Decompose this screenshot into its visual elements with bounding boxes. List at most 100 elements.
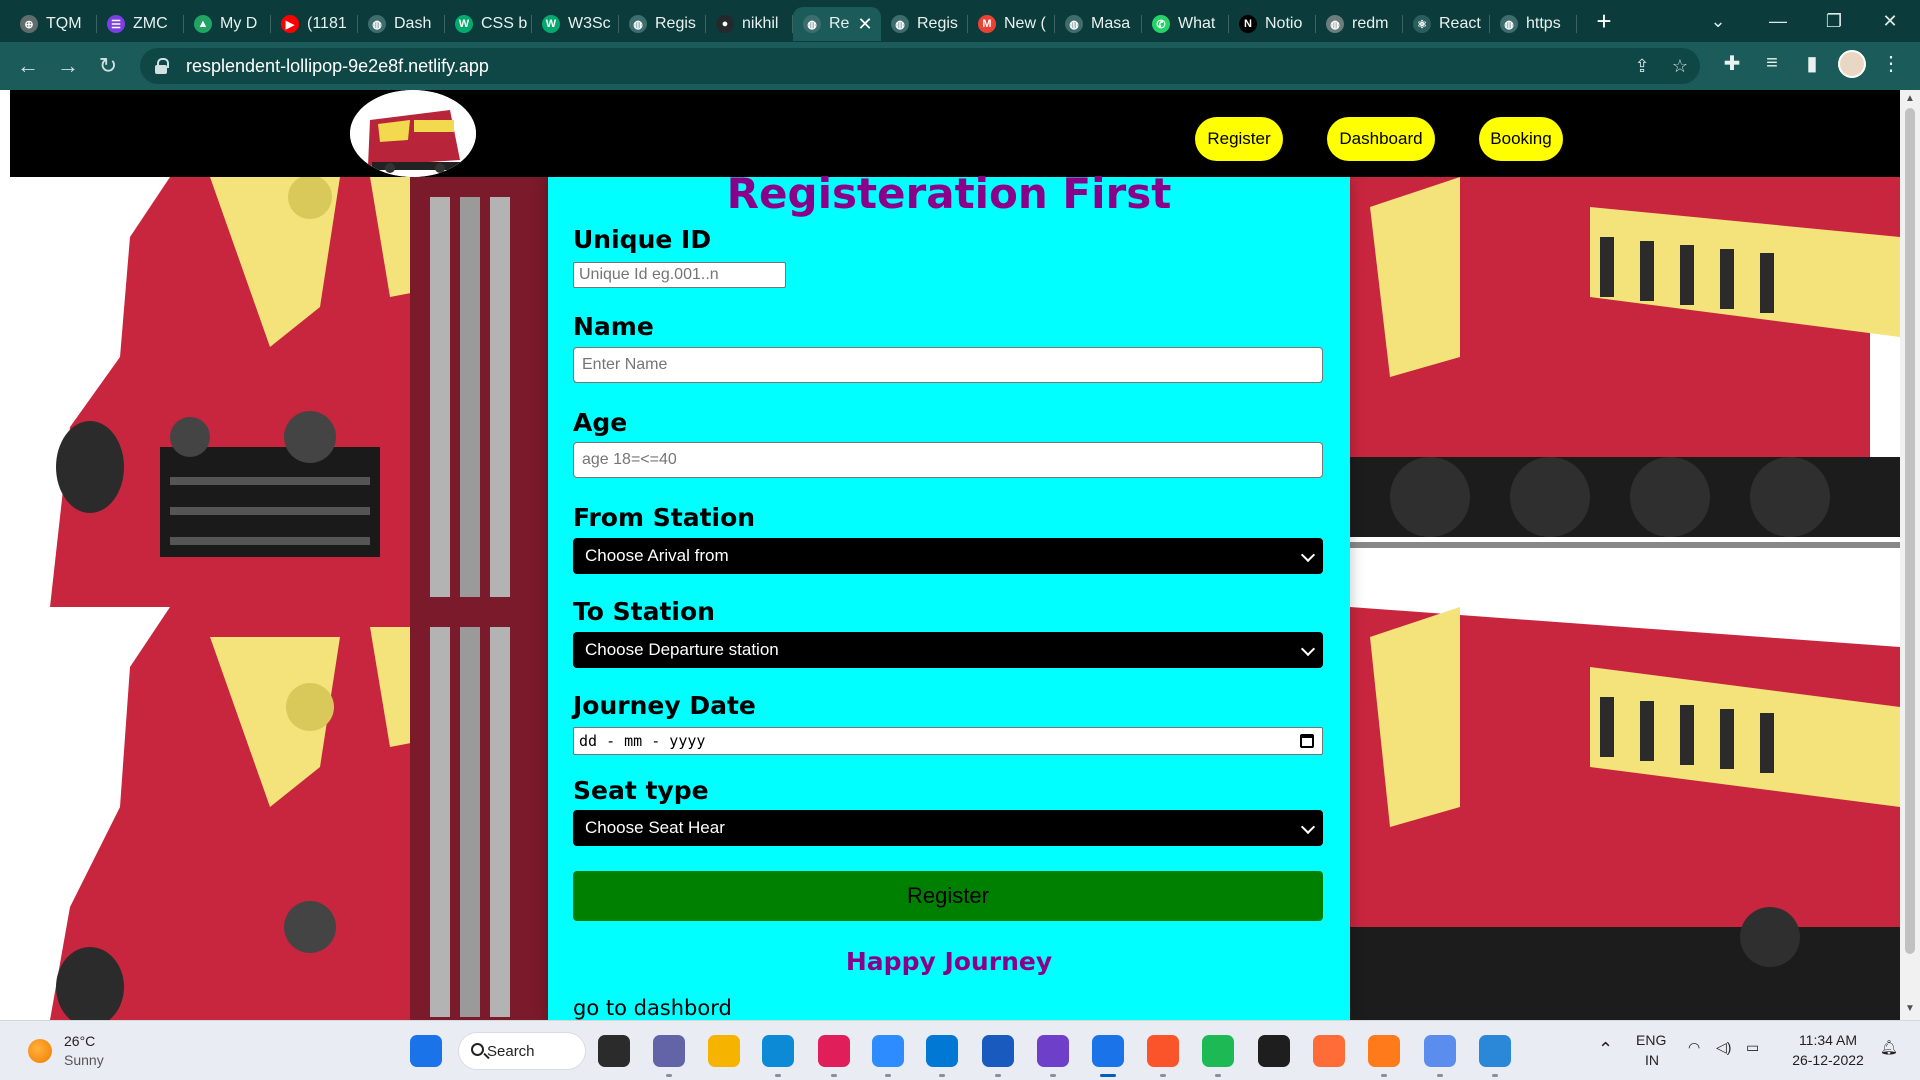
browser-tab[interactable]: W W3Sc <box>532 7 619 41</box>
minimize-icon[interactable]: — <box>1750 0 1806 42</box>
browser-tab[interactable]: ▶ (1181 <box>271 7 358 41</box>
scroll-down-icon[interactable]: ▼ <box>1904 1003 1916 1015</box>
browser-tab[interactable]: ☰ ZMC <box>97 7 184 41</box>
scroll-up-icon[interactable]: ▲ <box>1904 93 1916 105</box>
terminal-icon[interactable] <box>1258 1035 1290 1067</box>
snipping-tool-icon[interactable] <box>1424 1035 1456 1067</box>
running-indicator <box>1100 1074 1116 1077</box>
show-hidden-icons-chevron-icon[interactable]: ⌃ <box>1598 1039 1613 1060</box>
browser-tab[interactable]: ✆ What <box>1142 7 1229 41</box>
back-icon[interactable]: ← <box>10 48 46 84</box>
browser-tab[interactable]: ◍ https <box>1490 7 1577 41</box>
lock-icon[interactable] <box>154 58 169 74</box>
chrome-icon[interactable] <box>1092 1035 1124 1067</box>
browser-tab[interactable]: ● nikhil <box>706 7 793 41</box>
search-icon <box>471 1043 484 1056</box>
to-station-value: Choose Departure station <box>585 640 779 659</box>
weather-condition[interactable]: Sunny <box>64 1052 104 1068</box>
weather-temp[interactable]: 26°C <box>64 1033 95 1049</box>
nav-booking-button[interactable]: Booking <box>1479 117 1563 161</box>
browser-tab[interactable]: ◍ Dash <box>358 7 445 41</box>
volume-icon[interactable]: ◁) <box>1716 1039 1731 1056</box>
globe-icon: ◍ <box>1065 15 1083 33</box>
seat-type-select[interactable]: Choose Seat Hear <box>573 810 1323 846</box>
nav-register-button[interactable]: Register <box>1195 117 1283 161</box>
react-icon: ⚛ <box>1413 15 1431 33</box>
name-input[interactable]: Enter Name <box>573 347 1323 383</box>
github-desktop-icon[interactable] <box>1037 1035 1069 1067</box>
train-background-image <box>10 607 548 1020</box>
bookmark-star-icon[interactable]: ☆ <box>1668 54 1692 78</box>
journey-date-input[interactable]: dd - mm - yyyy <box>573 727 1323 755</box>
reload-icon[interactable]: ↻ <box>90 48 126 84</box>
side-panel-icon[interactable]: ▮ <box>1797 48 1827 78</box>
page-scrollbar[interactable]: ▲ ▼ <box>1900 90 1920 1020</box>
name-label: Name <box>573 312 654 341</box>
tab-search-icon[interactable]: ⌄ <box>1690 0 1746 42</box>
qbittorrent-icon[interactable] <box>1368 1035 1400 1067</box>
zoom-icon[interactable] <box>872 1035 904 1067</box>
age-input[interactable]: age 18=<=40 <box>573 442 1323 478</box>
notification-bell-icon[interactable]: 🔔︎ <box>1880 1039 1898 1056</box>
windows-start-icon[interactable] <box>410 1035 442 1067</box>
running-indicator <box>1492 1074 1498 1077</box>
go-to-dashboard-link[interactable]: go to dashbord <box>573 996 732 1020</box>
scrollbar-thumb[interactable] <box>1905 108 1915 954</box>
browser-tab[interactable]: ◍ redm <box>1316 7 1403 41</box>
edge-icon[interactable] <box>762 1035 794 1067</box>
github-icon: ● <box>716 15 734 33</box>
extensions-icon[interactable]: ✚ <box>1717 48 1747 78</box>
wifi-icon[interactable]: ◠ <box>1688 1039 1700 1056</box>
whatsapp-icon: ✆ <box>1152 15 1170 33</box>
from-station-select[interactable]: Choose Arival from <box>573 538 1323 574</box>
word-icon[interactable] <box>982 1035 1014 1067</box>
taskbar-search[interactable]: Search <box>458 1032 586 1070</box>
running-indicator <box>666 1074 672 1077</box>
nav-dashboard-button[interactable]: Dashboard <box>1327 117 1435 161</box>
page-viewport: Register Dashboard Booking Registeration… <box>10 90 1900 1020</box>
language-region[interactable]: IN <box>1645 1052 1659 1068</box>
browser-tab[interactable]: ◍ Regis <box>881 7 968 41</box>
browser-tab[interactable]: ⚛ React <box>1403 7 1490 41</box>
browser-tab[interactable]: ◍ Regis <box>619 7 706 41</box>
close-tab-icon[interactable]: ✕ <box>857 14 872 35</box>
new-tab-button[interactable]: + <box>1589 6 1619 37</box>
running-indicator <box>775 1074 781 1077</box>
share-icon[interactable]: ⇪ <box>1630 54 1654 78</box>
brave-icon[interactable] <box>1147 1035 1179 1067</box>
browser-menu-icon[interactable]: ⋮ <box>1876 48 1906 78</box>
spotify-icon[interactable] <box>1202 1035 1234 1067</box>
slack-icon[interactable] <box>818 1035 850 1067</box>
task-view-icon[interactable] <box>598 1035 630 1067</box>
drive-icon: ▲ <box>194 15 212 33</box>
browser-tab[interactable]: ⊕ TQM <box>10 7 97 41</box>
train-logo[interactable] <box>350 90 476 177</box>
close-window-icon[interactable]: ✕ <box>1862 0 1918 42</box>
profile-avatar[interactable] <box>1838 50 1866 78</box>
browser-tab[interactable]: ▲ My D <box>184 7 271 41</box>
teams-chat-icon[interactable] <box>653 1035 685 1067</box>
clock-date[interactable]: 26-12-2022 <box>1788 1052 1868 1068</box>
media-queue-icon[interactable]: ≡ <box>1757 48 1787 78</box>
battery-icon[interactable]: ▭ <box>1746 1039 1759 1056</box>
to-station-select[interactable]: Choose Departure station <box>573 632 1323 668</box>
address-bar[interactable]: resplendent-lollipop-9e2e8f.netlify.app … <box>140 48 1700 84</box>
browser-tab[interactable]: M New ( <box>968 7 1055 41</box>
tab-active[interactable]: ◍ Re ✕ <box>793 7 881 41</box>
browser-tab[interactable]: W CSS b <box>445 7 532 41</box>
browser-tab[interactable]: N Notio <box>1229 7 1316 41</box>
file-explorer-icon[interactable] <box>708 1035 740 1067</box>
language-code[interactable]: ENG <box>1636 1032 1666 1048</box>
forward-icon[interactable]: → <box>50 48 86 84</box>
weather-sun-icon[interactable] <box>28 1039 52 1063</box>
unique-id-input[interactable]: Unique Id eg.001..n <box>573 262 786 288</box>
paint-icon[interactable] <box>1479 1035 1511 1067</box>
vscode-icon[interactable] <box>926 1035 958 1067</box>
calendar-icon[interactable] <box>1300 734 1314 748</box>
restore-icon[interactable]: ❐ <box>1806 0 1862 42</box>
browser-tab[interactable]: ◍ Masa <box>1055 7 1142 41</box>
running-indicator <box>1050 1074 1056 1077</box>
clock-time[interactable]: 11:34 AM <box>1788 1032 1868 1048</box>
register-submit-button[interactable]: Register <box>573 871 1323 921</box>
postman-icon[interactable] <box>1313 1035 1345 1067</box>
